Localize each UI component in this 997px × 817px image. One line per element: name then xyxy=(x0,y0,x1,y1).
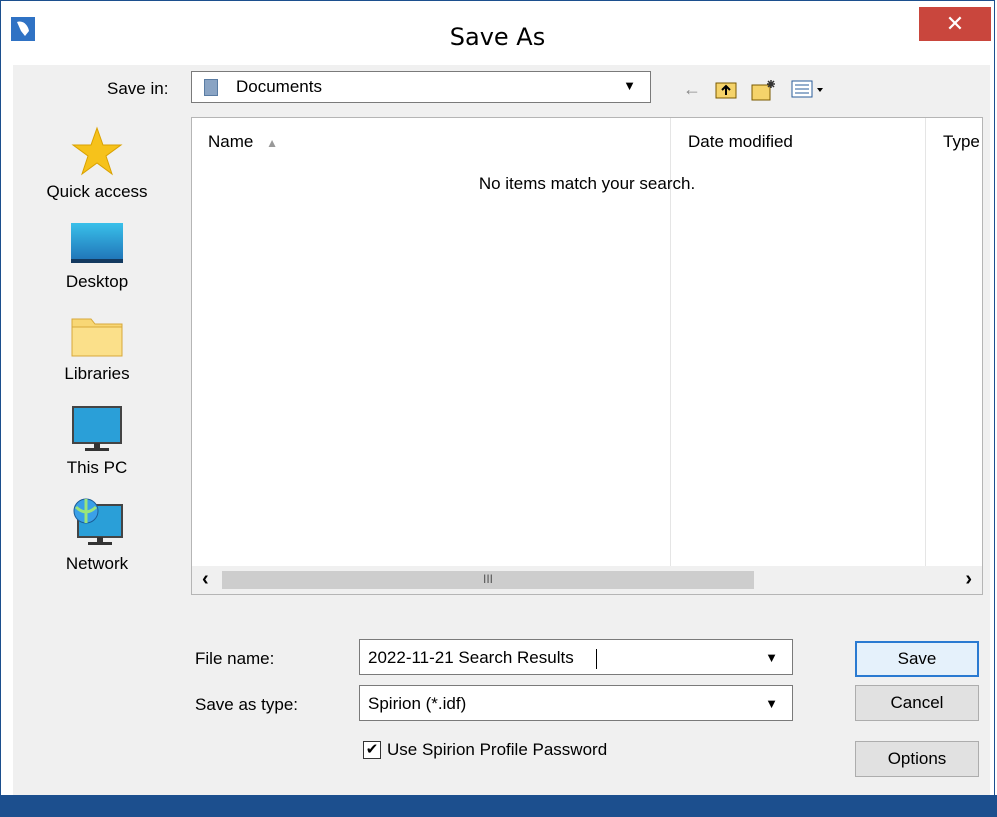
save-in-dropdown[interactable]: Documents ▼ xyxy=(191,71,651,103)
desktop-icon xyxy=(71,223,123,263)
folder-icon xyxy=(71,318,123,357)
save-button[interactable]: Save xyxy=(855,641,979,677)
profile-password-checkbox[interactable]: ✔ xyxy=(363,741,381,759)
sidebar-item-label: Quick access xyxy=(46,182,148,201)
sort-ascending-icon: ▲ xyxy=(266,136,278,150)
save-as-window: Save As ✕ Save in: Documents ▼ ← Quick a… xyxy=(0,0,995,812)
dialog-body: Save in: Documents ▼ ← Quick access Desk… xyxy=(13,65,990,799)
back-icon[interactable]: ← xyxy=(683,79,701,100)
documents-icon xyxy=(204,79,218,96)
save-as-type-value: Spirion (*.idf) xyxy=(368,694,467,713)
sidebar-item-label: Network xyxy=(65,554,129,573)
save-as-type-label: Save as type: xyxy=(195,695,299,714)
sidebar-item-network[interactable]: Network xyxy=(13,497,181,574)
sidebar-item-libraries[interactable]: Libraries xyxy=(13,313,181,384)
title-bar: Save As ✕ xyxy=(1,1,994,65)
cancel-button[interactable]: Cancel xyxy=(855,685,979,721)
file-name-value: 2022-11-21 Search Results xyxy=(368,648,574,667)
new-folder-icon[interactable] xyxy=(751,79,777,106)
profile-password-label[interactable]: Use Spirion Profile Password xyxy=(387,740,607,760)
scroll-grip-icon: III xyxy=(482,572,493,586)
save-in-value: Documents xyxy=(236,77,322,96)
window-bottom-border xyxy=(0,795,997,817)
chevron-down-icon: ▼ xyxy=(623,78,636,93)
column-header-date-modified[interactable]: Date modified xyxy=(688,132,793,152)
close-icon: ✕ xyxy=(945,11,965,36)
options-button[interactable]: Options xyxy=(855,741,979,777)
sidebar-item-this-pc[interactable]: This PC xyxy=(13,405,181,478)
chevron-down-icon[interactable]: ▼ xyxy=(765,650,778,665)
sidebar-item-label: This PC xyxy=(66,458,128,477)
chevron-down-icon[interactable]: ▼ xyxy=(765,696,778,711)
network-icon xyxy=(73,498,123,545)
text-cursor xyxy=(596,649,597,669)
scroll-thumb[interactable]: III xyxy=(222,571,754,589)
close-button[interactable]: ✕ xyxy=(919,7,991,41)
empty-message: No items match your search. xyxy=(478,174,696,193)
sidebar-item-quick-access[interactable]: Quick access xyxy=(13,125,181,202)
sidebar-item-label: Libraries xyxy=(64,364,130,383)
scroll-left-icon[interactable]: ‹ xyxy=(202,568,209,591)
column-header-type[interactable]: Type xyxy=(943,132,980,152)
save-as-type-dropdown[interactable]: Spirion (*.idf) ▼ xyxy=(359,685,793,721)
file-list[interactable]: Name ▲ Date modified Type No items match… xyxy=(191,117,983,595)
save-in-label: Save in: xyxy=(107,79,169,98)
file-name-field[interactable]: 2022-11-21 Search Results ▼ xyxy=(359,639,793,675)
window-title: Save As xyxy=(449,23,546,51)
star-icon xyxy=(71,126,123,176)
horizontal-scrollbar[interactable]: ‹ III › xyxy=(192,566,982,594)
file-name-label: File name: xyxy=(195,649,275,668)
places-sidebar: Quick access Desktop Libraries This PC N… xyxy=(13,117,181,591)
monitor-icon xyxy=(72,406,122,451)
up-folder-icon[interactable] xyxy=(715,79,737,104)
view-menu-icon[interactable] xyxy=(791,79,827,104)
sidebar-item-desktop[interactable]: Desktop xyxy=(13,221,181,292)
scroll-right-icon[interactable]: › xyxy=(965,568,972,591)
sidebar-item-label: Desktop xyxy=(65,272,129,291)
column-header-name[interactable]: Name ▲ xyxy=(208,132,278,152)
